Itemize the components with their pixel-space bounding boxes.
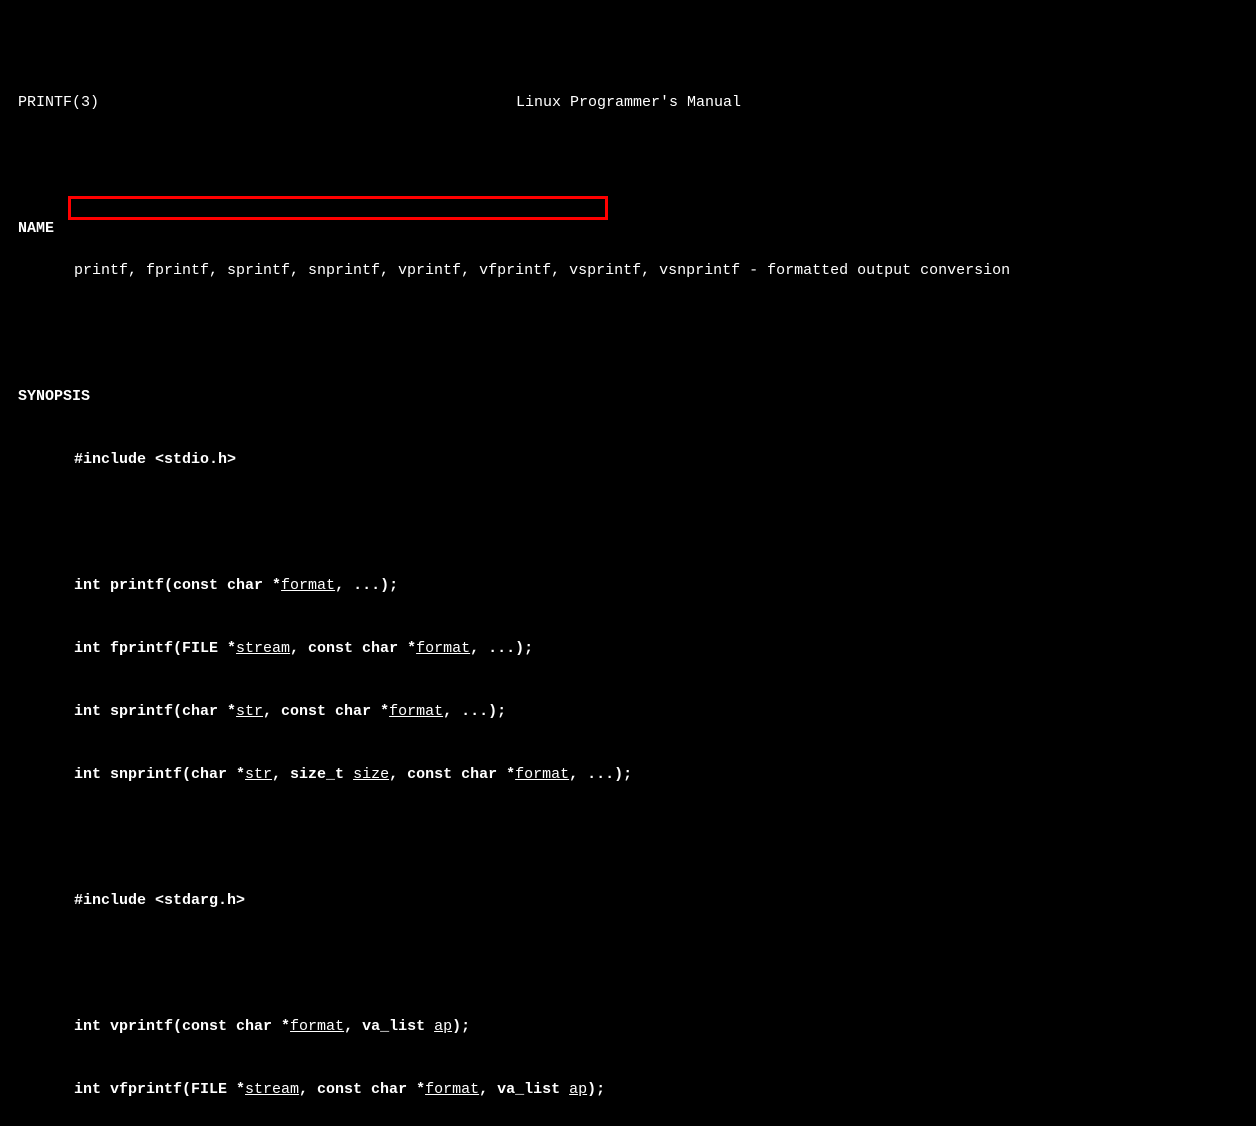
name-body: printf, fprintf, sprintf, snprintf, vpri… xyxy=(18,260,1238,281)
fprintf-proto: int fprintf(FILE *stream, const char *fo… xyxy=(18,638,1238,659)
include-stdio: #include <stdio.h> xyxy=(18,449,1238,470)
snprintf-proto: int snprintf(char *str, size_t size, con… xyxy=(18,764,1238,785)
section-name-header: NAME xyxy=(18,218,1238,239)
manpage-header: PRINTF(3) Linux Programmer's Manual xyxy=(18,92,1238,113)
header-left: PRINTF(3) xyxy=(18,92,99,113)
printf-proto: int printf(const char *format, ...); xyxy=(18,575,1238,596)
include-stdarg: #include <stdarg.h> xyxy=(18,890,1238,911)
vprintf-proto: int vprintf(const char *format, va_list … xyxy=(18,1016,1238,1037)
sprintf-proto: int sprintf(char *str, const char *forma… xyxy=(18,701,1238,722)
section-synopsis-header: SYNOPSIS xyxy=(18,386,1238,407)
highlight-annotation xyxy=(68,196,608,220)
vfprintf-proto: int vfprintf(FILE *stream, const char *f… xyxy=(18,1079,1238,1100)
header-center: Linux Programmer's Manual xyxy=(99,92,1238,113)
